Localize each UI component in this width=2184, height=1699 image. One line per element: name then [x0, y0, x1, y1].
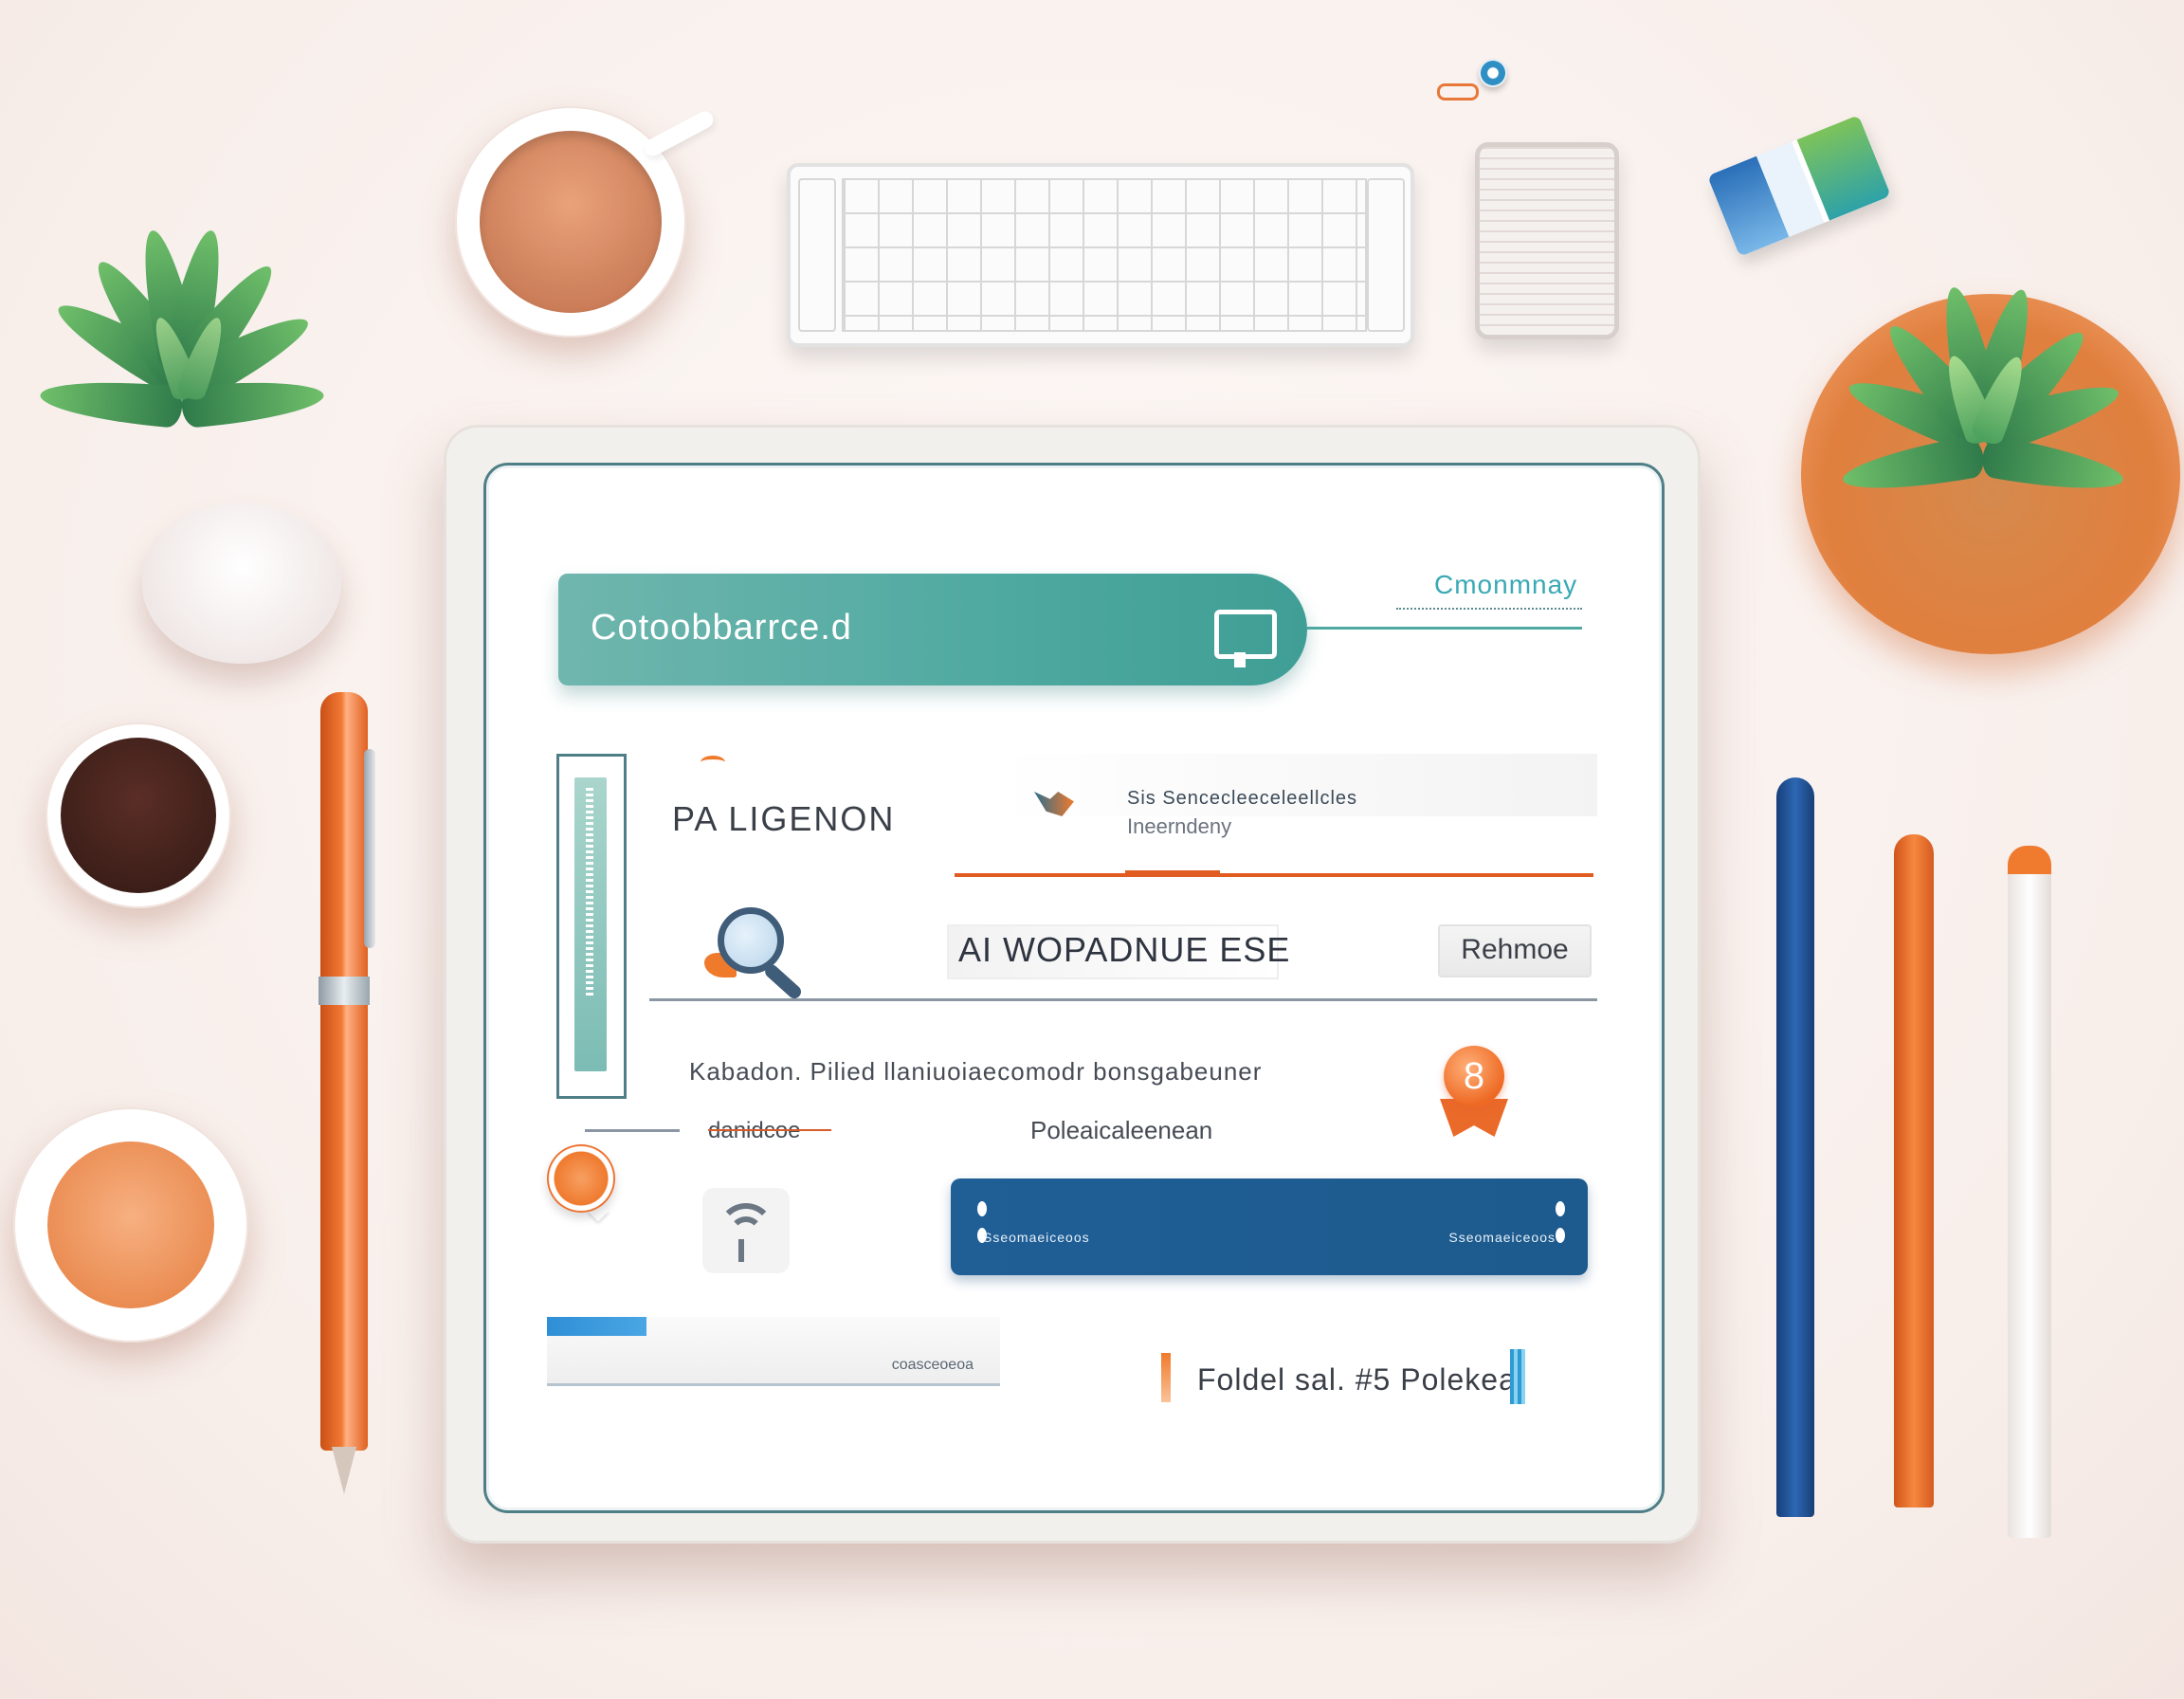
coffee-cup-dark [46, 722, 231, 908]
progress-panel: coasceoeoa [547, 1317, 1000, 1386]
pin-clip [1479, 59, 1507, 87]
blue-bar-right-text: Sseomaeiceoos [1448, 1230, 1556, 1245]
pen-band [318, 977, 370, 1005]
notepad [1475, 142, 1619, 339]
tablet-screen: Cotoobbarrce.d Cmonmnay PA LIGENON Sis S… [483, 463, 1665, 1513]
top-link-underline [1396, 608, 1582, 617]
section-title: PA LIGENON [672, 799, 896, 838]
blue-bar-left-text: Sseomaeiceoos [983, 1230, 1090, 1245]
badge-glyph: 8 [1444, 1046, 1504, 1106]
tea-cup [13, 1107, 248, 1343]
clip-orange [1437, 83, 1479, 100]
footer-accent-left [1161, 1353, 1171, 1402]
succulent-plant-top-left [0, 123, 398, 664]
section-title-icon [701, 756, 725, 769]
footer-accent-right [1510, 1349, 1525, 1404]
keyboard [787, 163, 1414, 347]
paragraph-line-3: Poleaicaleenean [1030, 1116, 1213, 1144]
business-card [1707, 115, 1891, 257]
footer-text: Foldel sal. #5 Polekeal [1197, 1362, 1524, 1397]
progress-text: coasceoeoa [891, 1357, 974, 1373]
pen-tip [332, 1447, 356, 1494]
info-line-1: Sis Sencecleeceleellcles [1127, 788, 1358, 809]
laptop-icon[interactable] [1214, 610, 1277, 667]
paragraph-underline [708, 1129, 831, 1131]
side-panel[interactable] [556, 754, 627, 1099]
plant-pot [142, 502, 341, 664]
progress-fill [547, 1317, 647, 1336]
remove-button-label: Rehmoe [1461, 934, 1569, 965]
search-bar-text: Cotoobbarrce.d [591, 608, 852, 648]
remove-button[interactable]: Rehmoe [1438, 924, 1592, 977]
blue-action-bar[interactable]: Sseomaeiceoos Sseomaeiceoos [951, 1178, 1588, 1275]
top-link[interactable]: Cmonmnay [1434, 570, 1577, 600]
short-divider [585, 1129, 680, 1132]
award-icon: 8 [1440, 1046, 1508, 1150]
pencil-orange [1894, 834, 1934, 1507]
stylus-white [2008, 846, 2051, 1538]
pen-orange [320, 692, 368, 1451]
pen-clip [364, 749, 375, 948]
search-icon[interactable] [704, 904, 809, 1001]
accent-divider [955, 870, 1593, 877]
succulent-plant-right [1792, 256, 2184, 654]
paragraph-line-1: Kabadon. Pilied llaniuoiaecomodr bonsgab… [689, 1057, 1263, 1086]
content-divider [649, 998, 1597, 1001]
location-pin-icon[interactable] [547, 1144, 623, 1235]
pencil-blue [1776, 777, 1814, 1517]
paragraph-line-2: danidcoe [708, 1118, 801, 1143]
coffee-cup [455, 106, 717, 338]
info-line-2: Ineerndeny [1127, 814, 1232, 838]
search-bar[interactable]: Cotoobbarrce.d [558, 574, 1307, 685]
text-field-value: AI WOPADNUE ESE [958, 930, 1291, 969]
connector-line [1307, 627, 1582, 630]
wifi-icon[interactable] [702, 1188, 790, 1273]
